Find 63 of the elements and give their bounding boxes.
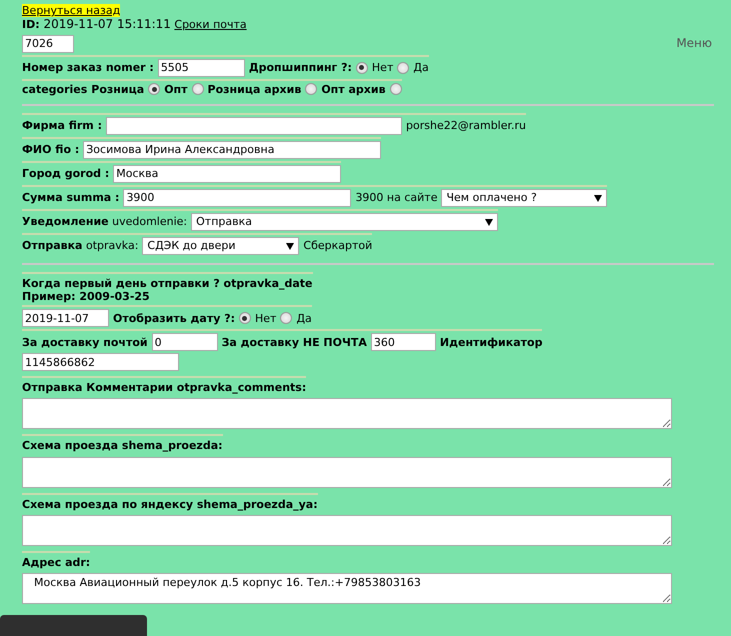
field-label: Адрес adr:	[22, 556, 90, 569]
radio-label[interactable]: Нет	[372, 60, 394, 74]
caret-icon	[594, 194, 602, 202]
dropdown[interactable]: СДЭК до двери	[142, 236, 300, 255]
radio-label[interactable]: Нет	[254, 312, 276, 325]
radio-label[interactable]: Опт	[164, 82, 188, 96]
back-link[interactable]: Вернуться назад	[22, 4, 120, 17]
dropdown[interactable]: Отправка	[191, 212, 498, 231]
field-label: Идентификатор	[440, 336, 542, 349]
radio-button[interactable]	[280, 312, 292, 324]
radio-button[interactable]	[238, 312, 251, 324]
radio-button[interactable]	[356, 62, 368, 74]
field-label: Город gorod :	[22, 167, 110, 180]
info-text: Сберкартой	[303, 239, 372, 252]
field-label: За доставку почтой	[22, 336, 148, 349]
input-field[interactable]	[106, 116, 402, 135]
field-label: За доставку НЕ ПОЧТА	[222, 336, 367, 349]
field-label: Фирма firm :	[22, 119, 102, 132]
text-area[interactable]	[22, 456, 672, 488]
id-value: 2019-11-07 15:11:11	[42, 17, 171, 32]
field-label: Уведомление uvedomlenie:	[22, 215, 188, 228]
text-area[interactable]	[22, 398, 672, 430]
radio-button[interactable]	[397, 62, 410, 74]
id-label: ID:	[22, 18, 40, 32]
field-label: Отобразить дату ?:	[113, 312, 235, 325]
input-field[interactable]: Москва	[113, 164, 342, 183]
deadlines-link[interactable]: Сроки почта	[174, 18, 247, 32]
code-field[interactable]: 7026	[22, 34, 74, 53]
caret-icon	[286, 242, 294, 250]
input-field[interactable]: 5505	[158, 58, 245, 77]
field-label: Отправка otpravka:	[22, 239, 138, 252]
field-label: Дропшиппинг ?:	[248, 60, 352, 74]
field-label: Номер заказ nomer :	[22, 60, 154, 74]
radio-button[interactable]	[305, 83, 318, 96]
field-label: Сумма summa :	[22, 191, 120, 204]
info-text: 3900 на сайте	[355, 191, 438, 204]
text-area[interactable]: Москва Авиационный переулок д.5 корпус 16. Тел.:+79853803163	[22, 572, 672, 604]
radio-label[interactable]: Опт архив	[321, 82, 386, 96]
caret-icon	[485, 218, 494, 226]
input-field[interactable]: 1145866862	[22, 353, 179, 372]
radio-label[interactable]: Да	[413, 60, 429, 74]
input-field[interactable]: 0	[152, 333, 218, 352]
input-field[interactable]: 360	[370, 333, 436, 352]
info-text: porshe22@rambler.ru	[406, 119, 526, 132]
text-area[interactable]	[22, 514, 672, 546]
field-label: Схема проезда shema_proezda:	[22, 439, 223, 453]
dropdown[interactable]: Чем оплачено ?	[441, 188, 608, 207]
radio-label[interactable]: Розница архив	[208, 82, 302, 96]
input-field[interactable]: 2019-11-07	[22, 309, 109, 328]
field-label: Пример: 2009-03-25	[22, 290, 151, 304]
radio-button[interactable]	[390, 83, 402, 96]
field-label: ФИО fio :	[22, 143, 80, 156]
menu-link[interactable]: Меню	[676, 36, 712, 50]
radio-label[interactable]: Розница	[91, 82, 144, 96]
field-label: Отправка Комментарии otpravka_comments:	[22, 381, 306, 394]
field-label: categories	[22, 82, 88, 96]
input-field[interactable]: 3900	[123, 188, 352, 207]
radio-button[interactable]	[148, 83, 160, 96]
input-field[interactable]: Зосимова Ирина Александровна	[83, 140, 382, 159]
field-label: Когда первый день отправки ? otpravka_date	[22, 276, 313, 290]
field-label: Схема проезда по яндексу shema_proezda_ya:	[22, 498, 318, 511]
radio-button[interactable]	[192, 83, 204, 96]
radio-label[interactable]: Да	[296, 312, 312, 325]
